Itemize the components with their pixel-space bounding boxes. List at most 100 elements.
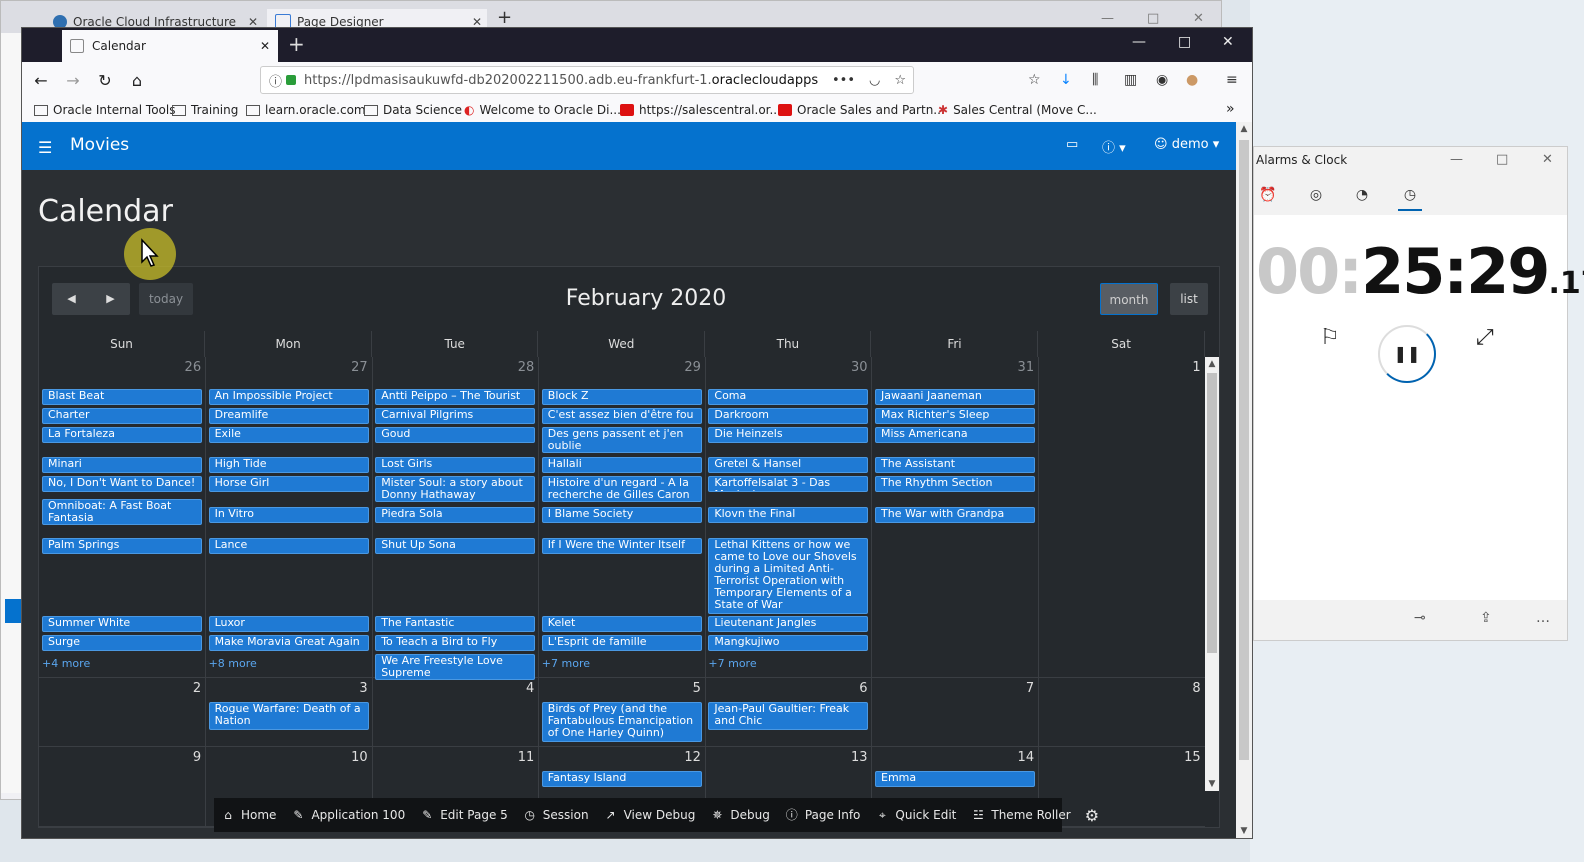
calendar-day-cell[interactable]: 8	[1038, 678, 1205, 747]
calendar-event[interactable]: Minari	[42, 457, 203, 473]
calendar-event[interactable]: Palm Springs	[42, 538, 203, 554]
stopwatch-icon[interactable]: ◷	[1398, 187, 1422, 211]
calendar-event[interactable]: Hallali	[541, 457, 702, 473]
calendar-event[interactable]: C'est assez bien d'être fou	[541, 408, 702, 424]
expand-icon[interactable]: ⤢	[1476, 325, 1494, 350]
library-icon[interactable]: ⫼	[1092, 72, 1098, 88]
menu-icon[interactable]: ≡	[1226, 72, 1238, 88]
day-number[interactable]: 11	[518, 750, 535, 765]
pocket-icon[interactable]: ◡	[862, 73, 887, 88]
bookmark-item[interactable]: Data Science	[364, 103, 462, 117]
info-icon[interactable]: ⓘ	[269, 71, 282, 90]
calendar-event[interactable]: Antti Peippo – The Tourist	[375, 389, 536, 405]
calendar-day-cell[interactable]: 1	[1038, 357, 1205, 678]
calendar-event[interactable]: Histoire d'un regard - A la recherche de…	[541, 476, 702, 502]
calendar-event[interactable]: Surge	[42, 635, 203, 651]
maximize-icon[interactable]: □	[1178, 34, 1191, 50]
calendar-event[interactable]: Jean-Paul Gaultier: Freak and Chic	[708, 702, 869, 730]
calendar-event[interactable]: Miss Americana	[875, 427, 1036, 443]
close-icon[interactable]: ✕	[1193, 11, 1204, 26]
minimize-icon[interactable]: —	[1101, 11, 1114, 26]
dev-toolbar-item[interactable]: ↗ View Debug	[603, 807, 696, 823]
dev-toolbar-item[interactable]: ☳ Theme Roller	[970, 807, 1071, 823]
calendar-event[interactable]: The Fantastic	[375, 616, 536, 632]
calendar-event[interactable]: Birds of Prey (and the Fantabulous Emanc…	[541, 702, 702, 742]
calendar-event[interactable]: Lost Girls	[375, 457, 536, 473]
bookmark-item[interactable]: https://salescentral.or...	[620, 103, 781, 117]
calendar-event[interactable]: L'Esprit de famille	[541, 635, 702, 651]
calendar-event[interactable]: Kelet	[541, 616, 702, 632]
calendar-event[interactable]: Rogue Warfare: Death of a Nation	[208, 702, 369, 730]
more-events-link[interactable]: +4 more	[42, 657, 90, 670]
minimize-icon[interactable]: —	[1450, 152, 1463, 167]
calendar-event[interactable]: Klovn the Final	[708, 507, 869, 523]
calendar-day-cell[interactable]: 6 Jean-Paul Gaultier: Freak and Chic	[705, 678, 873, 747]
more-events-link[interactable]: +8 more	[209, 657, 257, 670]
bookmark-item[interactable]: Oracle Sales and Partn...	[778, 103, 945, 117]
calendar-day-cell[interactable]: 7	[872, 678, 1040, 747]
account-icon[interactable]: ◉	[1156, 72, 1168, 88]
calendar-event[interactable]: We Are Freestyle Love Supreme	[375, 654, 536, 680]
page-actions-icon[interactable]: •••	[825, 73, 862, 88]
scroll-thumb[interactable]	[1207, 373, 1217, 653]
close-icon[interactable]: ✕	[1222, 34, 1234, 50]
maximize-icon[interactable]: □	[1147, 11, 1159, 26]
calendar-day-cell[interactable]: 28 Antti Peippo – The Tourist Carnival Pil…	[372, 357, 540, 680]
dev-toolbar-item[interactable]: ◷ Session	[522, 807, 589, 823]
calendar-day-cell[interactable]: 5 Birds of Prey (and the Fantabulous Eman…	[538, 678, 706, 747]
calendar-event[interactable]: Piedra Sola	[375, 507, 536, 523]
calendar-event[interactable]: Omniboat: A Fast Boat Fantasia	[42, 499, 203, 525]
minimize-icon[interactable]: —	[1132, 34, 1146, 50]
calendar-event[interactable]: Make Moravia Great Again	[208, 635, 369, 651]
help-icon[interactable]: ⓘ ▾	[1102, 137, 1126, 156]
user-menu[interactable]: ☺ demo ▾	[1154, 137, 1219, 152]
calendar-event[interactable]: Block Z	[541, 389, 702, 405]
bookmark-item[interactable]: Oracle Internal Tools	[34, 103, 175, 117]
calendar-day-cell[interactable]: 9	[39, 747, 207, 827]
close-icon[interactable]: ✕	[260, 39, 270, 53]
pin-icon[interactable]: ⊸	[1414, 610, 1426, 626]
calendar-event[interactable]: Shut Up Sona	[375, 538, 536, 554]
calendar-event[interactable]: Dreamlife	[208, 408, 369, 424]
day-number[interactable]: 12	[684, 750, 701, 765]
new-tab-button[interactable]: +	[288, 32, 305, 56]
calendar-scrollbar[interactable]: ▲ ▼	[1205, 357, 1219, 791]
lap-flag-icon[interactable]: ⚐	[1320, 325, 1340, 350]
dev-toolbar-item[interactable]: ✎ Edit Page 5	[419, 807, 508, 823]
day-number[interactable]: 13	[851, 750, 868, 765]
day-number[interactable]: 2	[193, 681, 201, 696]
calendar-event[interactable]: Summer White	[42, 616, 203, 632]
alarm-icon[interactable]: ⏰	[1256, 187, 1280, 203]
scroll-up-icon[interactable]: ▲	[1205, 359, 1219, 369]
extension-icon[interactable]: ●	[1186, 72, 1198, 88]
calendar-event[interactable]: Mangkujiwo	[708, 635, 869, 651]
calendar-event[interactable]: Lance	[208, 538, 369, 554]
day-number[interactable]: 5	[693, 681, 701, 696]
settings-gear-icon[interactable]: ⚙	[1085, 806, 1099, 825]
calendar-event[interactable]: Carnival Pilgrims	[375, 408, 536, 424]
calendar-day-cell[interactable]: 31 Jawaani Jaaneman Max Richter's Sleep Mis…	[872, 357, 1040, 678]
calendar-event[interactable]: Charter	[42, 408, 203, 424]
calendar-event[interactable]: I Blame Society	[541, 507, 702, 523]
calendar-event[interactable]: Darkroom	[708, 408, 869, 424]
calendar-day-cell[interactable]: 30 Coma Darkroom Die Heinzels Gretel & Hanse…	[705, 357, 873, 678]
bookmark-item[interactable]: ◐ Welcome to Oracle Di...	[464, 103, 621, 117]
download-icon[interactable]: ↓	[1060, 72, 1072, 88]
calendar-event[interactable]: Luxor	[208, 616, 369, 632]
calendar-event[interactable]: La Fortaleza	[42, 427, 203, 443]
app-name[interactable]: Movies	[70, 135, 129, 155]
scroll-up-icon[interactable]: ▲	[1236, 124, 1252, 134]
day-number[interactable]: 6	[859, 681, 867, 696]
calendar-event[interactable]: No, I Don't Want to Dance!	[42, 476, 203, 492]
chat-icon[interactable]: ▭	[1066, 137, 1078, 152]
day-number[interactable]: 4	[526, 681, 534, 696]
tab-calendar[interactable]: Calendar ✕	[62, 30, 278, 62]
calendar-event[interactable]: Des gens passent et j'en oublie	[541, 427, 702, 453]
day-number[interactable]: 10	[351, 750, 368, 765]
calendar-day-cell[interactable]: 2	[39, 678, 207, 747]
day-number[interactable]: 14	[1018, 750, 1035, 765]
dev-toolbar-item[interactable]: ✎ Application 100	[290, 807, 405, 823]
calendar-day-cell[interactable]: 4	[372, 678, 540, 747]
reload-icon[interactable]: ↻	[94, 70, 116, 92]
calendar-event[interactable]: Exile	[208, 427, 369, 443]
